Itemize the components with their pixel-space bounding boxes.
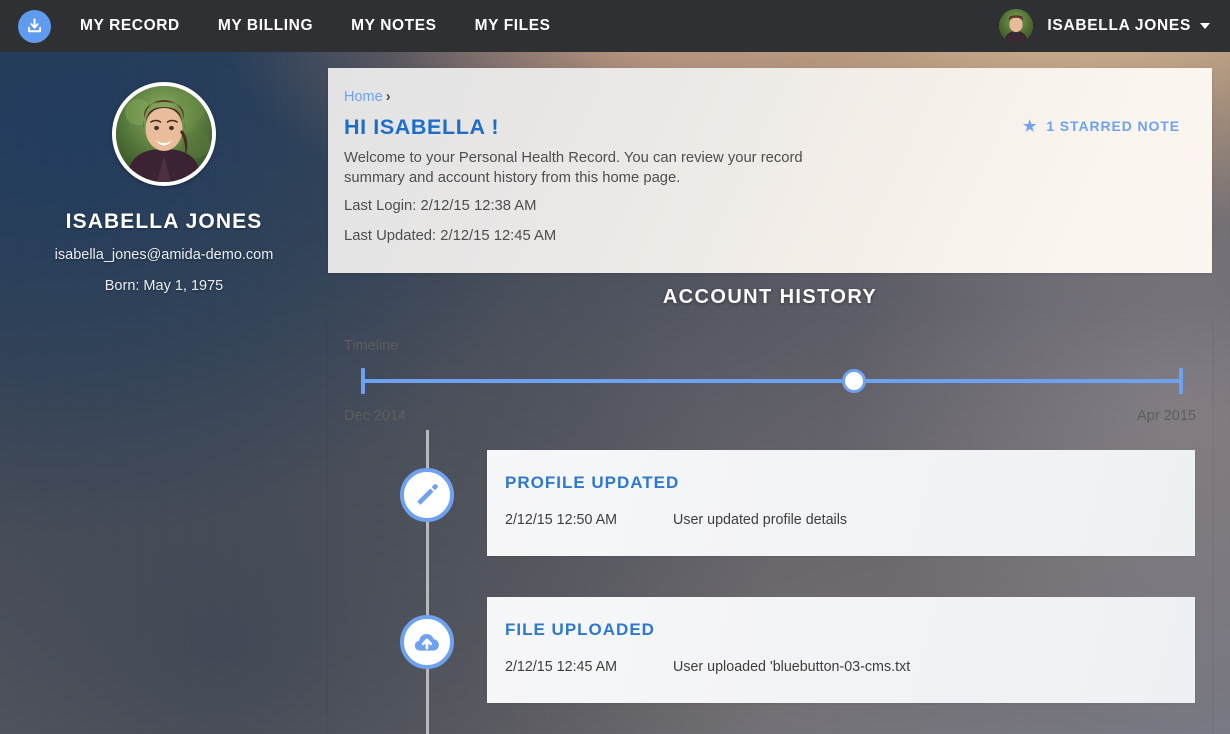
cloud-upload-icon xyxy=(414,633,439,651)
timeline-range-end: Apr 2015 xyxy=(1137,408,1196,424)
starred-note-link[interactable]: ★ 1 STARRED NOTE xyxy=(1023,118,1180,134)
event-icon-button[interactable] xyxy=(400,468,454,522)
welcome-panel: Home › HI ISABELLA ! Welcome to your Pers… xyxy=(328,68,1212,273)
nav-link-my-record[interactable]: MY RECORD xyxy=(80,17,180,35)
timeline-slider-start-cap xyxy=(361,368,365,394)
top-navigation-bar: MY RECORD MY BILLING MY NOTES MY FILES I… xyxy=(0,0,1230,52)
last-login-text: Last Login: 2/12/15 12:38 AM xyxy=(344,198,537,214)
nav-link-my-billing[interactable]: MY BILLING xyxy=(218,17,313,35)
event-timestamp: 2/12/15 12:50 AM xyxy=(505,512,618,528)
profile-birthdate: Born: May 1, 1975 xyxy=(104,278,224,294)
profile-sidebar: ISABELLA JONES isabella_jones@amida-demo… xyxy=(0,52,328,734)
profile-avatar[interactable] xyxy=(112,82,216,186)
breadcrumb-separator: › xyxy=(385,89,391,105)
event-timestamp: 2/12/15 12:45 AM xyxy=(505,659,618,675)
account-history-heading: ACCOUNT HISTORY xyxy=(662,286,878,308)
timeline-label: Timeline xyxy=(344,338,399,354)
page-title: HI ISABELLA ! xyxy=(344,115,500,139)
last-updated-text: Last Updated: 2/12/15 12:45 AM xyxy=(344,228,557,244)
starred-note-label: 1 STARRED NOTE xyxy=(1046,118,1180,134)
breadcrumb-link-home[interactable]: Home xyxy=(344,89,383,105)
timeline-range-start: Dec 2014 xyxy=(344,408,407,424)
event-title: FILE UPLOADED xyxy=(505,620,655,639)
chevron-down-icon xyxy=(1200,23,1210,29)
user-avatar-photo xyxy=(999,9,1034,43)
profile-name: ISABELLA JONES xyxy=(65,210,263,233)
event-description: User updated profile details xyxy=(673,512,848,528)
breadcrumb: Home › xyxy=(344,89,391,105)
primary-nav-links: MY RECORD MY BILLING MY NOTES MY FILES xyxy=(80,17,589,35)
pencil-edit-icon xyxy=(416,484,438,506)
timeline-slider-end-cap xyxy=(1179,368,1183,394)
nav-link-my-notes[interactable]: MY NOTES xyxy=(351,17,436,35)
event-card[interactable]: FILE UPLOADED 2/12/15 12:45 AM User uplo… xyxy=(487,597,1195,703)
brand-logo-button[interactable] xyxy=(18,9,51,43)
timeline-slider-track[interactable] xyxy=(361,379,1183,383)
avatar xyxy=(999,9,1034,43)
timeline-slider[interactable] xyxy=(361,364,1183,398)
account-history-panel: Timeline Dec 2014 Apr 2015 PROFILE UPDAT… xyxy=(328,320,1212,734)
download-tray-icon xyxy=(28,17,41,32)
user-menu-label: ISABELLA JONES xyxy=(1047,17,1191,34)
timeline-slider-thumb[interactable] xyxy=(842,369,867,393)
star-icon: ★ xyxy=(1022,117,1038,135)
app-root: MY RECORD MY BILLING MY NOTES MY FILES I… xyxy=(0,0,1230,734)
nav-link-my-files[interactable]: MY FILES xyxy=(475,17,551,35)
welcome-description: Welcome to your Personal Health Record. … xyxy=(344,150,803,186)
user-avatar-photo xyxy=(116,86,212,182)
event-card[interactable]: PROFILE UPDATED 2/12/15 12:50 AM User up… xyxy=(487,450,1195,556)
event-title: PROFILE UPDATED xyxy=(505,473,680,492)
profile-email: isabella_jones@amida-demo.com xyxy=(54,247,274,263)
event-icon-button[interactable] xyxy=(400,615,454,669)
event-description: User uploaded 'bluebutton-03-cms.txt xyxy=(673,659,911,675)
user-menu-button[interactable]: ISABELLA JONES xyxy=(999,9,1210,43)
